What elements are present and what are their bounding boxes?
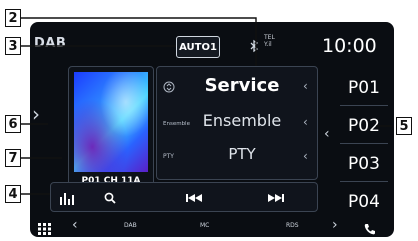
ensemble-tag: Ensemble bbox=[163, 121, 190, 127]
next-track-icon[interactable] bbox=[263, 189, 289, 207]
pty-row[interactable]: PTY PTY ‹ bbox=[157, 143, 317, 173]
pty-value: PTY bbox=[228, 145, 256, 163]
ensemble-name: Ensemble bbox=[202, 111, 282, 130]
source-label: DAB bbox=[34, 36, 67, 51]
chevron-left-icon: ‹ bbox=[303, 79, 308, 93]
callout-7: 7 bbox=[5, 149, 21, 167]
previous-track-icon[interactable] bbox=[181, 189, 207, 207]
auto-seek-button[interactable]: AUTO1 bbox=[176, 36, 220, 58]
callout-2: 2 bbox=[5, 9, 21, 27]
service-row[interactable]: Service ‹ bbox=[157, 73, 317, 103]
preset-button-1[interactable]: P01 bbox=[340, 70, 388, 106]
chevron-left-icon: ‹ bbox=[303, 115, 308, 129]
phone-status-indicator: TEL Y.il bbox=[264, 34, 275, 48]
chevron-left-icon: ‹ bbox=[303, 149, 308, 163]
menu-grid-icon[interactable] bbox=[38, 220, 52, 237]
chevron-left-icon[interactable]: ‹ bbox=[72, 217, 78, 233]
control-bar bbox=[50, 182, 318, 212]
callout-4: 4 bbox=[5, 185, 21, 203]
preset-button-2[interactable]: P02 bbox=[340, 108, 388, 144]
left-panel-arrow[interactable]: › bbox=[32, 102, 40, 126]
source-mc[interactable]: MC bbox=[200, 222, 209, 229]
source-rds[interactable]: RDS bbox=[286, 222, 299, 229]
pty-tag: PTY bbox=[163, 153, 174, 160]
callout-5: 5 bbox=[396, 117, 412, 135]
service-icon bbox=[163, 81, 175, 93]
preset-panel-toggle-icon[interactable]: ‹ bbox=[324, 126, 330, 142]
equalizer-icon[interactable] bbox=[57, 189, 79, 207]
head-unit-screen: DAB AUTO1 TEL Y.il 10:00 › P01 CH 11A Se… bbox=[30, 22, 394, 237]
callout-6: 6 bbox=[5, 115, 21, 133]
source-dab[interactable]: DAB bbox=[124, 222, 137, 229]
signal-label: Y.il bbox=[264, 41, 272, 48]
chevron-right-icon[interactable]: › bbox=[332, 217, 338, 233]
tel-label: TEL bbox=[264, 34, 275, 41]
bluetooth-icon bbox=[250, 39, 259, 53]
bottom-bar: ‹ DAB MC RDS › bbox=[30, 216, 394, 237]
service-name: Service bbox=[204, 75, 280, 96]
search-icon[interactable] bbox=[99, 189, 121, 207]
preset-button-3[interactable]: P03 bbox=[340, 146, 388, 182]
callout-3: 3 bbox=[5, 37, 21, 55]
ensemble-row[interactable]: Ensemble Ensemble ‹ bbox=[157, 109, 317, 139]
phone-icon[interactable] bbox=[364, 220, 376, 237]
preset-list: ‹ P01 P02 P03 P04 bbox=[324, 66, 390, 236]
station-info-panel: Service ‹ Ensemble Ensemble ‹ PTY PTY ‹ bbox=[156, 66, 318, 180]
artwork-image bbox=[74, 72, 148, 172]
preset-button-4[interactable]: P04 bbox=[340, 184, 388, 220]
clock: 10:00 bbox=[322, 35, 377, 57]
